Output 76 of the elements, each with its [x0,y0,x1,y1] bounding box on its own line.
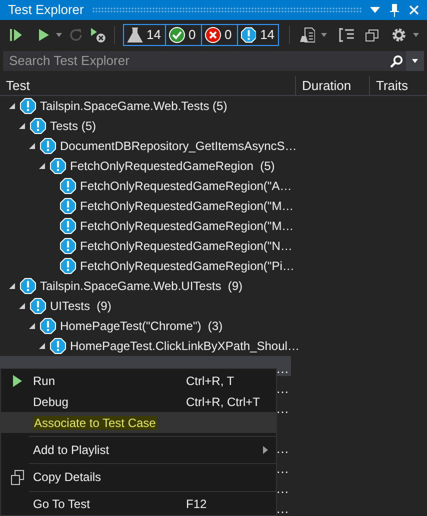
tree-item[interactable]: FetchOnlyRequestedGameRegion("M… [80,217,294,235]
tree-item[interactable]: Tests (5) [50,117,96,135]
exclamation-icon [60,178,76,194]
close-icon[interactable] [409,5,419,15]
search-icon[interactable] [390,54,403,68]
exclamation-icon [40,318,56,334]
exclamation-icon [60,258,76,274]
menu-item[interactable]: Add to Playlist [1,439,276,460]
window-title: Test Explorer [8,1,84,20]
exclamation-icon [20,98,36,114]
tree-item[interactable]: FetchOnlyRequestedGameRegion("A… [80,177,292,195]
error-icon [204,27,221,43]
ellipsis-text: … [276,442,289,456]
tree-item[interactable]: FetchOnlyRequestedGameRegion("Pi… [80,257,294,275]
tree-item[interactable]: FetchOnlyRequestedGameRegion("N… [80,237,292,255]
menu-item[interactable]: Associate to Test Case [1,412,276,433]
caret-icon[interactable] [412,59,418,63]
expander-icon[interactable] [28,142,36,150]
run-icon [12,374,22,388]
exclamation-icon [30,118,46,134]
exclamation-icon [20,278,36,294]
expander-icon[interactable] [28,322,36,330]
tree-item[interactable]: Tailspin.SpaceGame.Web.UITests (9) [40,277,243,295]
copy-icon [10,470,24,485]
expander-icon[interactable] [8,282,16,290]
column-header[interactable]: Duration [295,76,369,95]
column-header[interactable]: Test [0,76,295,95]
exclamation-icon [60,218,76,234]
dropdown-icon[interactable] [370,7,380,13]
ellipsis-text: … [276,362,289,376]
tree-item[interactable]: DocumentDBRepository_GetItemsAsyncS… [60,137,297,155]
ellipsis-text: … [276,462,289,476]
tree-item[interactable]: FetchOnlyRequestedGameRegion("M… [80,197,294,215]
expander-icon[interactable] [18,302,26,310]
exclamation-icon [30,298,46,314]
exclamation-icon [50,338,66,354]
expander-icon[interactable] [38,342,46,350]
run-all-icon[interactable] [8,27,24,43]
filter-button[interactable]: 14 [122,24,166,46]
expander-icon[interactable] [18,122,26,130]
flask-icon [126,27,143,43]
ellipsis-text: … [276,402,289,416]
exclamation-icon [240,27,256,43]
filter-button[interactable]: 14 [236,24,279,46]
menu-item[interactable]: Debug Ctrl+R, Ctrl+T [1,391,276,412]
exclamation-icon [40,138,56,154]
menu-item[interactable]: Go To Test F12 [1,494,276,515]
group-by-icon[interactable] [339,28,356,42]
exclamation-icon [50,158,66,174]
caret-icon[interactable] [413,33,420,37]
playlist-icon[interactable] [300,27,316,43]
column-header[interactable]: Traits [369,76,427,95]
ellipsis-text: … [276,502,289,516]
tree-item[interactable]: FetchOnlyRequestedGameRegion (5) [70,157,275,175]
pin-icon[interactable] [390,4,399,16]
settings-icon[interactable] [391,27,408,43]
expander-icon[interactable] [8,102,16,110]
caret-icon[interactable] [56,33,62,37]
filter-button[interactable]: 0 [200,24,238,46]
tree-item[interactable]: Tailspin.SpaceGame.Web.Tests (5) [40,97,228,115]
menu-item[interactable]: Copy Details [1,466,276,488]
caret-icon[interactable] [321,33,328,37]
ellipsis-text: … [276,382,289,396]
exclamation-icon [60,238,76,254]
exclamation-icon [60,198,76,214]
run-icon[interactable] [38,28,50,42]
check-icon [168,27,185,43]
tree-item[interactable]: HomePageTest.ClickLinkByXPath_Shoul… [70,337,300,355]
expander-icon[interactable] [38,162,46,170]
tree-item[interactable]: UITests (9) [50,297,112,315]
tree-item[interactable]: HomePageTest("Chrome") (3) [60,317,223,335]
repeat-icon [68,27,84,43]
windows-icon[interactable] [365,28,380,42]
filter-button[interactable]: 0 [164,24,202,46]
debug-stop-icon[interactable] [90,27,106,43]
ellipsis-text: … [276,482,289,496]
